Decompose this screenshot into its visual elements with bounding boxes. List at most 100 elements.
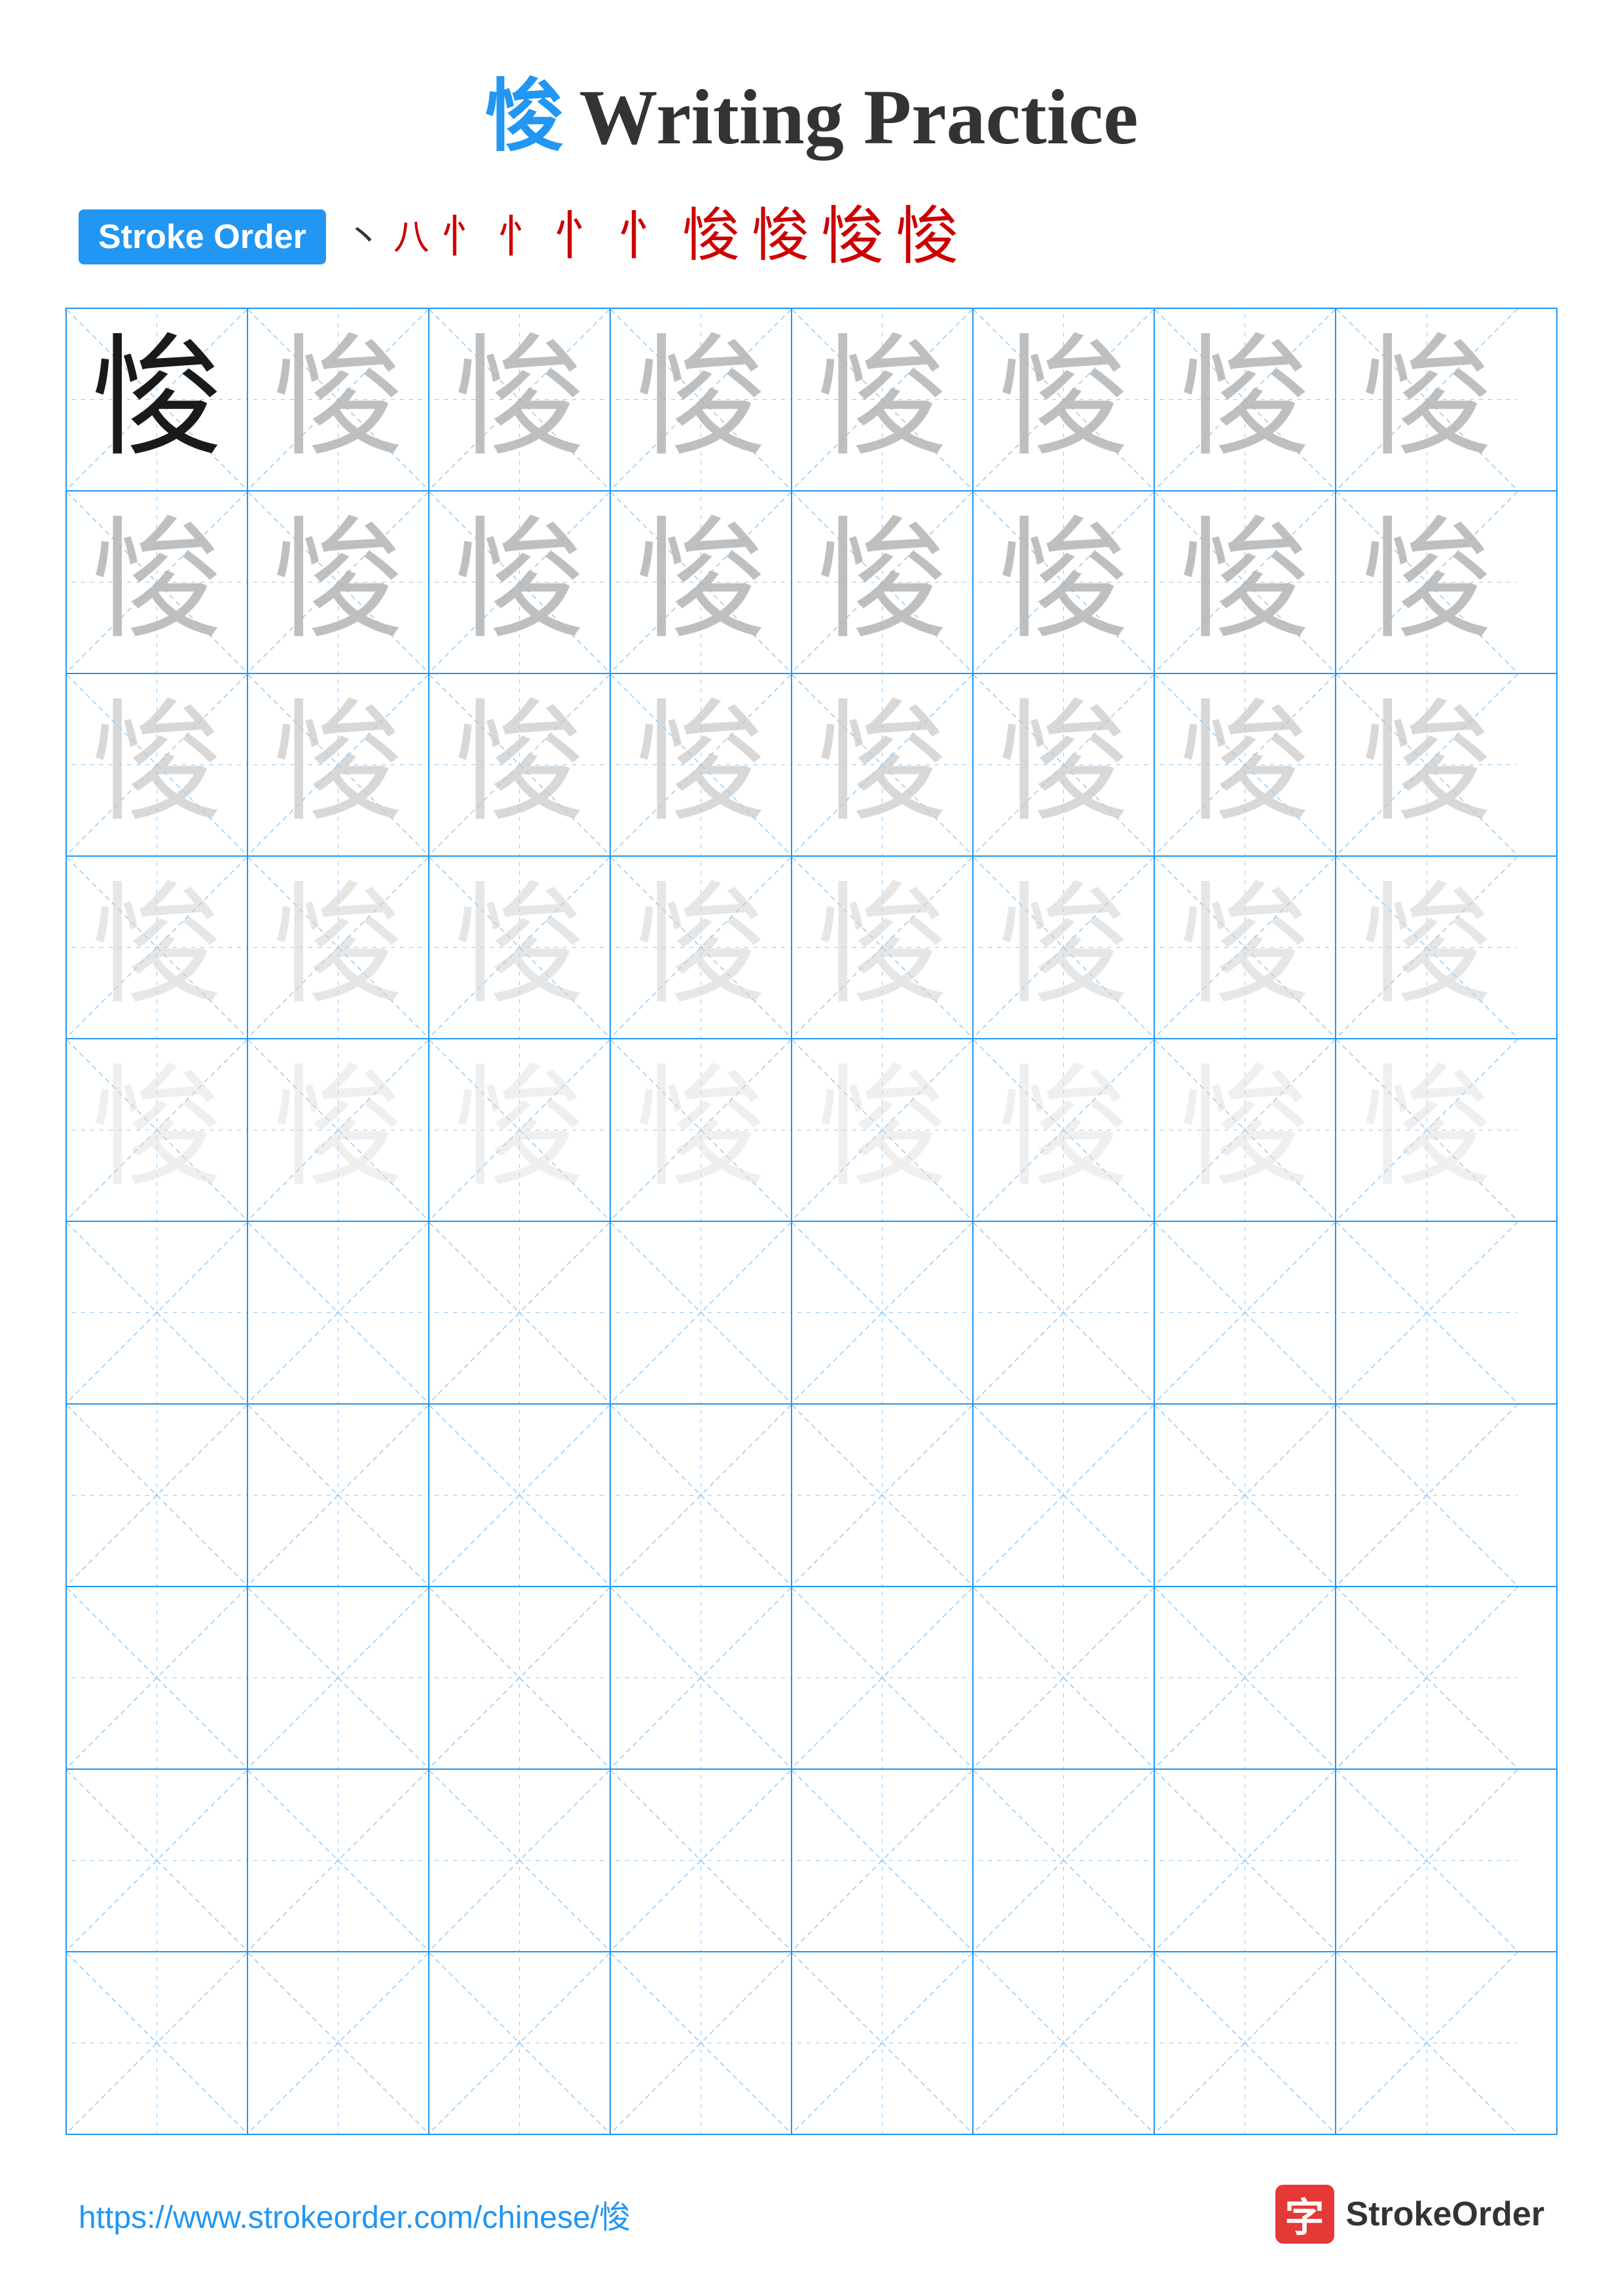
grid-cell-0-5[interactable]: 悛 [974,309,1155,490]
grid-cell-4-0[interactable]: 悛 [67,1039,248,1221]
grid-row-3[interactable]: 悛悛悛悛悛悛悛悛 [67,857,1556,1039]
grid-cell-4-1[interactable]: 悛 [248,1039,429,1221]
grid-cell-1-5[interactable]: 悛 [974,492,1155,673]
grid-cell-5-2[interactable] [429,1222,611,1403]
grid-cell-3-2[interactable]: 悛 [429,857,611,1038]
grid-cell-5-1[interactable] [248,1222,429,1403]
grid-cell-9-6[interactable] [1155,1952,1336,2134]
grid-cell-6-7[interactable] [1336,1405,1518,1586]
grid-cell-7-4[interactable] [792,1587,974,1768]
stroke-order-chars: 丶 八 忄 忄 忄 忄 悛 悛 悛 悛 [346,206,958,268]
grid-cell-2-4[interactable]: 悛 [792,674,974,855]
grid-cell-8-5[interactable] [974,1770,1155,1951]
practice-char-4-2: 悛 [454,1065,585,1196]
stroke-5: 忄 [554,211,606,263]
grid-cell-6-0[interactable] [67,1405,248,1586]
grid-cell-7-5[interactable] [974,1587,1155,1768]
grid-cell-3-4[interactable]: 悛 [792,857,974,1038]
grid-cell-9-0[interactable] [67,1952,248,2134]
grid-cell-9-3[interactable] [611,1952,792,2134]
grid-cell-6-3[interactable] [611,1405,792,1586]
grid-cell-5-4[interactable] [792,1222,974,1403]
grid-cell-7-1[interactable] [248,1587,429,1768]
grid-cell-2-5[interactable]: 悛 [974,674,1155,855]
grid-cell-4-5[interactable]: 悛 [974,1039,1155,1221]
grid-cell-1-1[interactable]: 悛 [248,492,429,673]
grid-row-5[interactable] [67,1222,1556,1405]
grid-cell-3-7[interactable]: 悛 [1336,857,1518,1038]
grid-cell-6-2[interactable] [429,1405,611,1586]
grid-cell-7-0[interactable] [67,1587,248,1768]
grid-cell-2-0[interactable]: 悛 [67,674,248,855]
grid-cell-9-7[interactable] [1336,1952,1518,2134]
practice-char-1-6: 悛 [1179,517,1310,648]
grid-cell-9-5[interactable] [974,1952,1155,2134]
grid-cell-4-4[interactable]: 悛 [792,1039,974,1221]
grid-row-2[interactable]: 悛悛悛悛悛悛悛悛 [67,674,1556,857]
grid-cell-1-6[interactable]: 悛 [1155,492,1336,673]
grid-cell-5-3[interactable] [611,1222,792,1403]
grid-row-9[interactable] [67,1952,1556,2134]
grid-cell-1-4[interactable]: 悛 [792,492,974,673]
grid-cell-3-3[interactable]: 悛 [611,857,792,1038]
grid-cell-2-3[interactable]: 悛 [611,674,792,855]
grid-cell-3-1[interactable]: 悛 [248,857,429,1038]
grid-cell-1-7[interactable]: 悛 [1336,492,1518,673]
grid-cell-1-0[interactable]: 悛 [67,492,248,673]
grid-cell-3-5[interactable]: 悛 [974,857,1155,1038]
grid-cell-2-1[interactable]: 悛 [248,674,429,855]
grid-cell-6-4[interactable] [792,1405,974,1586]
grid-cell-8-4[interactable] [792,1770,974,1951]
grid-cell-2-7[interactable]: 悛 [1336,674,1518,855]
grid-row-7[interactable] [67,1587,1556,1770]
grid-cell-9-1[interactable] [248,1952,429,2134]
grid-row-6[interactable] [67,1405,1556,1587]
grid-cell-3-0[interactable]: 悛 [67,857,248,1038]
grid-cell-8-1[interactable] [248,1770,429,1951]
grid-row-0[interactable]: 悛悛悛悛悛悛悛悛 [67,309,1556,492]
practice-char-1-3: 悛 [635,517,766,648]
footer-url[interactable]: https://www.strokeorder.com/chinese/悛 [79,2191,630,2237]
grid-cell-0-2[interactable]: 悛 [429,309,611,490]
grid-cell-0-7[interactable]: 悛 [1336,309,1518,490]
grid-cell-0-1[interactable]: 悛 [248,309,429,490]
grid-cell-2-6[interactable]: 悛 [1155,674,1336,855]
grid-cell-5-0[interactable] [67,1222,248,1403]
grid-row-1[interactable]: 悛悛悛悛悛悛悛悛 [67,492,1556,674]
grid-cell-7-7[interactable] [1336,1587,1518,1768]
practice-char-2-2: 悛 [454,700,585,831]
grid-cell-6-5[interactable] [974,1405,1155,1586]
grid-cell-7-2[interactable] [429,1587,611,1768]
grid-cell-4-2[interactable]: 悛 [429,1039,611,1221]
grid-cell-5-5[interactable] [974,1222,1155,1403]
grid-cell-4-3[interactable]: 悛 [611,1039,792,1221]
grid-cell-8-7[interactable] [1336,1770,1518,1951]
grid-cell-9-4[interactable] [792,1952,974,2134]
practice-char-0-4: 悛 [816,334,947,465]
grid-row-4[interactable]: 悛悛悛悛悛悛悛悛 [67,1039,1556,1222]
grid-cell-4-7[interactable]: 悛 [1336,1039,1518,1221]
grid-cell-9-2[interactable] [429,1952,611,2134]
grid-cell-4-6[interactable]: 悛 [1155,1039,1336,1221]
grid-cell-8-6[interactable] [1155,1770,1336,1951]
grid-row-8[interactable] [67,1770,1556,1952]
grid-cell-0-4[interactable]: 悛 [792,309,974,490]
grid-cell-2-2[interactable]: 悛 [429,674,611,855]
grid-cell-5-7[interactable] [1336,1222,1518,1403]
grid-cell-1-2[interactable]: 悛 [429,492,611,673]
grid-cell-7-3[interactable] [611,1587,792,1768]
grid-cell-6-6[interactable] [1155,1405,1336,1586]
grid-cell-0-6[interactable]: 悛 [1155,309,1336,490]
grid-cell-8-0[interactable] [67,1770,248,1951]
grid-cell-0-3[interactable]: 悛 [611,309,792,490]
grid-cell-5-6[interactable] [1155,1222,1336,1403]
grid-cell-6-1[interactable] [248,1405,429,1586]
grid-cell-0-0[interactable]: 悛 [67,309,248,490]
grid-cell-7-6[interactable] [1155,1587,1336,1768]
grid-cell-3-6[interactable]: 悛 [1155,857,1336,1038]
grid-cell-8-2[interactable] [429,1770,611,1951]
grid-cell-8-3[interactable] [611,1770,792,1951]
grid-cell-1-3[interactable]: 悛 [611,492,792,673]
practice-grid[interactable]: 悛悛悛悛悛悛悛悛悛悛悛悛悛悛悛悛悛悛悛悛悛悛悛悛悛悛悛悛悛悛悛悛悛悛悛悛悛悛悛悛 [65,308,1558,2135]
practice-char-1-4: 悛 [816,517,947,648]
